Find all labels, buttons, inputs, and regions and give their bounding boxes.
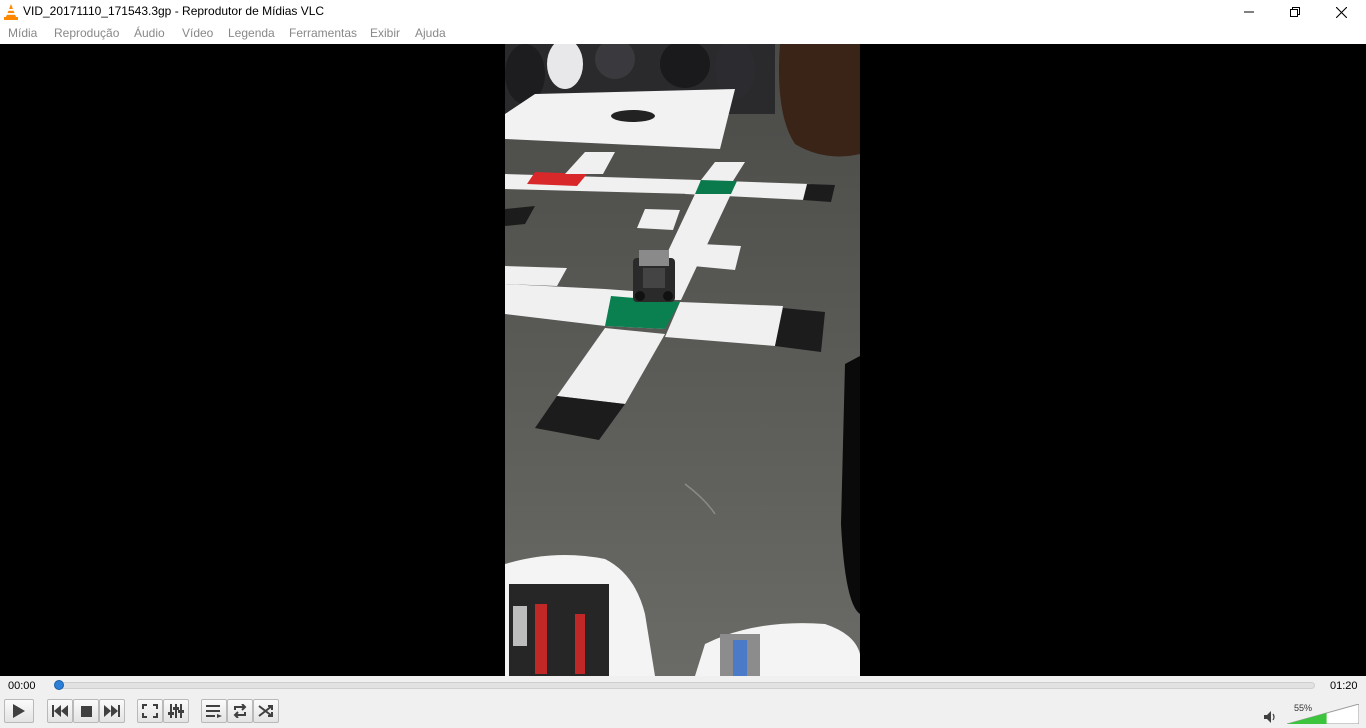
menu-legenda[interactable]: Legenda — [228, 26, 275, 40]
close-icon — [1335, 6, 1347, 18]
restore-icon — [1290, 7, 1300, 17]
close-button[interactable] — [1318, 0, 1364, 24]
minimize-button[interactable] — [1226, 0, 1272, 24]
skip-previous-icon — [52, 705, 68, 717]
playlist-button[interactable] — [201, 699, 227, 723]
vlc-cone-icon — [4, 4, 18, 20]
skip-next-icon — [104, 705, 120, 717]
equalizer-icon — [168, 704, 184, 718]
volume-percentage: 55% — [1294, 703, 1313, 713]
shuffle-icon — [258, 705, 273, 717]
restore-button[interactable] — [1272, 0, 1318, 24]
stop-icon — [80, 705, 92, 717]
seek-handle[interactable] — [54, 680, 64, 690]
menu-bar: Mídia Reprodução Áudio Vídeo Legenda Fer… — [0, 24, 1366, 44]
menu-ajuda[interactable]: Ajuda — [415, 26, 446, 40]
seek-row: 00:00 01:20 — [0, 676, 1366, 696]
playlist-icon — [206, 705, 222, 718]
loop-button[interactable] — [227, 699, 253, 723]
minimize-icon — [1244, 11, 1254, 13]
fullscreen-icon — [142, 704, 158, 718]
seek-bar[interactable] — [56, 682, 1315, 689]
elapsed-time: 00:00 — [8, 680, 36, 692]
loop-icon — [233, 704, 247, 718]
play-button[interactable] — [4, 699, 34, 723]
play-icon — [13, 704, 25, 718]
total-time: 01:20 — [1330, 680, 1358, 692]
video-area[interactable] — [0, 44, 1366, 676]
controls-bar: 55% — [0, 696, 1366, 728]
next-button[interactable] — [99, 699, 125, 723]
menu-midia[interactable]: Mídia — [8, 26, 37, 40]
title-bar: VID_20171110_171543.3gp - Reprodutor de … — [0, 0, 1366, 24]
previous-button[interactable] — [47, 699, 73, 723]
menu-audio[interactable]: Áudio — [134, 26, 165, 40]
shuffle-button[interactable] — [253, 699, 279, 723]
menu-video[interactable]: Vídeo — [182, 26, 213, 40]
menu-ferramentas[interactable]: Ferramentas — [289, 26, 357, 40]
menu-exibir[interactable]: Exibir — [370, 26, 400, 40]
video-frame — [505, 44, 860, 676]
extended-settings-button[interactable] — [163, 699, 189, 723]
fullscreen-button[interactable] — [137, 699, 163, 723]
stop-button[interactable] — [73, 699, 99, 723]
video-content — [505, 44, 860, 676]
menu-reproducao[interactable]: Reprodução — [54, 26, 119, 40]
speaker-icon[interactable] — [1264, 711, 1278, 723]
window-title: VID_20171110_171543.3gp - Reprodutor de … — [23, 4, 325, 18]
